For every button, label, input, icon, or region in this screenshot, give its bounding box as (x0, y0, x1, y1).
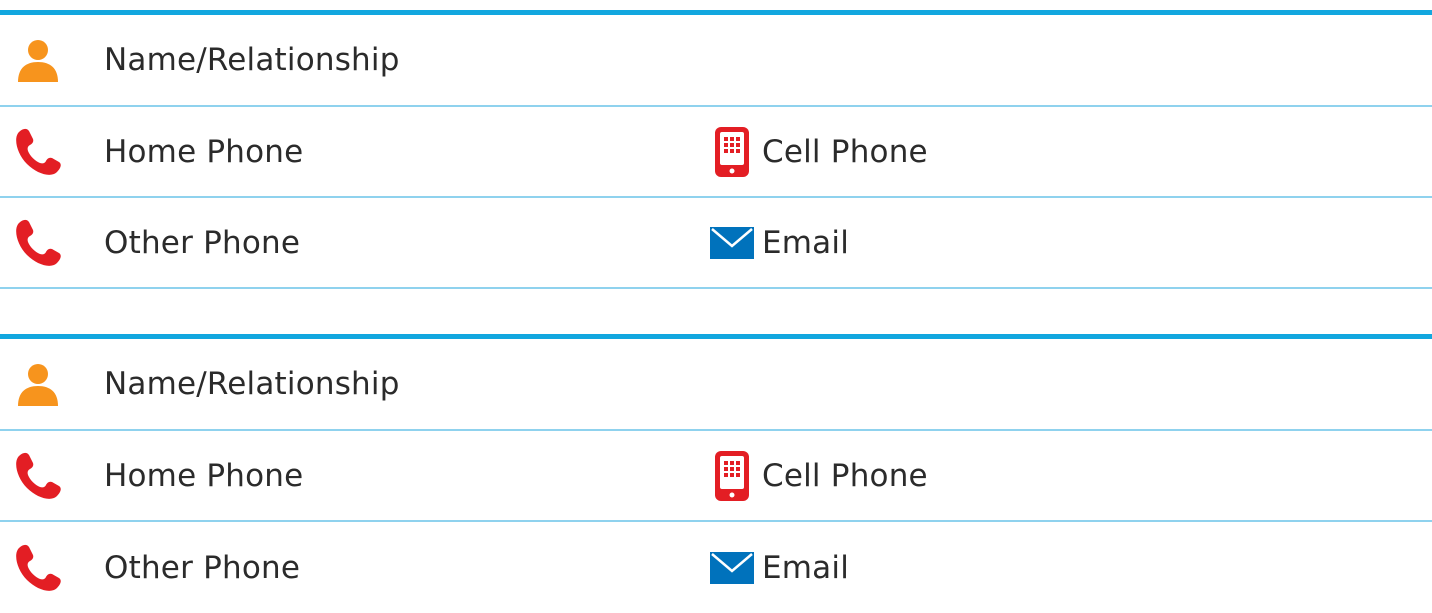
person-icon (2, 38, 74, 82)
cell-phone-field[interactable]: Cell Phone (706, 431, 928, 520)
other-phone-label: Other Phone (104, 224, 301, 261)
name-relationship-label: Name/Relationship (104, 42, 400, 78)
other-phone-label: Other Phone (104, 549, 301, 586)
home-phone-label: Home Phone (104, 457, 304, 494)
phone-handset-icon (2, 452, 74, 500)
home-phone-label: Home Phone (104, 133, 304, 170)
envelope-icon (706, 551, 758, 584)
person-icon (2, 362, 74, 406)
phone-row: Other Phone Email (0, 198, 1432, 289)
phone-handset-icon (2, 219, 74, 267)
phone-handset-icon (2, 544, 74, 592)
email-field[interactable]: Email (706, 198, 849, 287)
phone-handset-icon (2, 128, 74, 176)
cell-phone-label: Cell Phone (762, 133, 928, 170)
email-label: Email (762, 549, 850, 586)
cell-phone-label: Cell Phone (762, 457, 928, 494)
name-row[interactable]: Name/Relationship (0, 339, 1432, 431)
mobile-phone-icon (706, 450, 758, 501)
home-phone-field[interactable]: Home Phone (0, 107, 303, 196)
other-phone-field[interactable]: Other Phone (0, 522, 300, 613)
phone-row: Home Phone Cell Phone (0, 431, 1432, 522)
name-row[interactable]: Name/Relationship (0, 15, 1432, 107)
envelope-icon (706, 226, 758, 259)
email-field[interactable]: Email (706, 522, 849, 613)
phone-row: Home Phone Cell Phone (0, 107, 1432, 198)
contact-block-2: Name/Relationship Home Phone Cell Phone … (0, 334, 1432, 613)
contact-block-1: Name/Relationship Home Phone Cell Phone … (0, 10, 1432, 289)
phone-row: Other Phone Email (0, 522, 1432, 613)
email-label: Email (762, 224, 850, 261)
mobile-phone-icon (706, 126, 758, 177)
cell-phone-field[interactable]: Cell Phone (706, 107, 928, 196)
other-phone-field[interactable]: Other Phone (0, 198, 300, 287)
name-relationship-label: Name/Relationship (104, 366, 400, 402)
home-phone-field[interactable]: Home Phone (0, 431, 303, 520)
